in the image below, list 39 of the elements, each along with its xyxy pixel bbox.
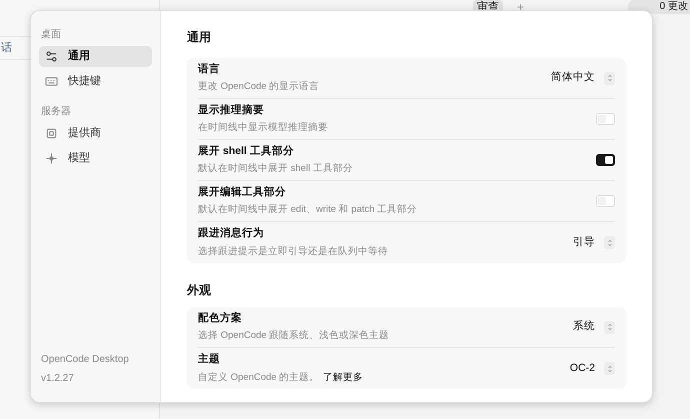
- sliders-icon: [45, 50, 58, 63]
- setting-description: 默认在时间线中展开 shell 工具部分: [198, 162, 353, 176]
- sidebar-item[interactable]: 通用: [39, 46, 152, 67]
- chevron-icon: [606, 74, 612, 82]
- chevron-icon: [606, 323, 612, 331]
- chip-icon: [45, 127, 58, 140]
- setting-description: 在时间线中显示模型推理摘要: [198, 121, 328, 136]
- sidebar-label: 话: [1, 40, 12, 56]
- setting-title: 展开 shell 工具部分: [198, 144, 295, 158]
- setting-title: 配色方案: [198, 310, 243, 326]
- app-version: v1.2.27: [41, 372, 75, 386]
- sidebar-item[interactable]: 提供商: [39, 123, 152, 144]
- setting-title: 显示推理摘要: [198, 102, 265, 118]
- sidebar-item[interactable]: 快捷键: [39, 71, 152, 92]
- sidebar-item[interactable]: 模型: [39, 148, 152, 169]
- setting-title: 语言: [198, 62, 221, 76]
- select-dropdown[interactable]: OC-2: [570, 360, 615, 376]
- select-dropdown[interactable]: 引导: [573, 234, 615, 250]
- setting-description: 更改 OpenCode 的显示语言: [198, 80, 320, 94]
- setting-description: 默认在时间线中展开 edit、write 和 patch 工具部分: [198, 203, 418, 218]
- toggle-switch[interactable]: [596, 154, 615, 166]
- section-heading: 桌面: [40, 28, 62, 42]
- keyboard-icon: [45, 75, 58, 88]
- learn-more-link[interactable]: 了解更多: [323, 370, 364, 385]
- chevron-icon: [606, 364, 612, 372]
- section-heading: 外观: [187, 282, 212, 299]
- setting-title: 跟进消息行为: [198, 226, 265, 241]
- sparkle-icon: [45, 152, 58, 165]
- select-dropdown[interactable]: 简体中文: [551, 70, 615, 86]
- chevron-icon: [606, 238, 612, 246]
- app-name: OpenCode Desktop: [41, 353, 130, 367]
- section-heading: 服务器: [40, 105, 72, 119]
- setting-description: 自定义 OpenCode 的主题。: [198, 370, 320, 385]
- setting-description: 选择跟进提示是立即引导还是在队列中等待: [198, 244, 388, 259]
- setting-title: 主题: [198, 352, 221, 367]
- page-title: 通用: [187, 29, 212, 46]
- setting-description: 选择 OpenCode 跟随系统、浅色或深色主题: [198, 329, 390, 344]
- setting-title: 展开编辑工具部分: [198, 184, 287, 200]
- select-dropdown[interactable]: 系统: [573, 319, 615, 335]
